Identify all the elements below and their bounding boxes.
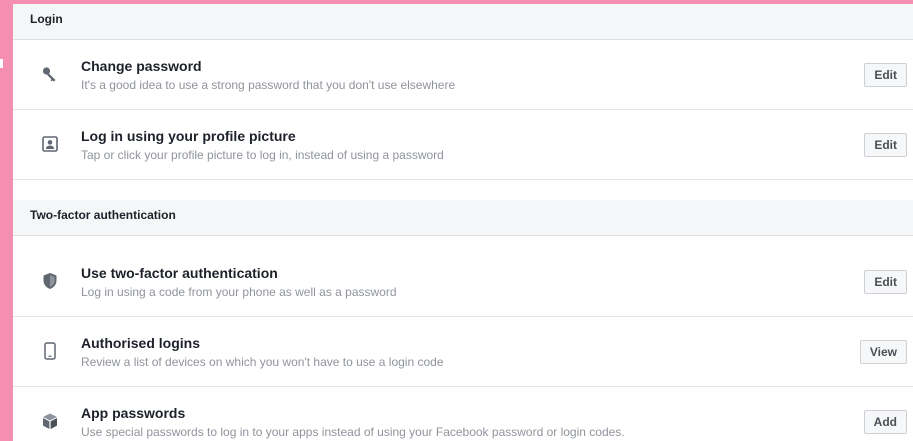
section-title-login: Login — [30, 12, 63, 26]
settings-row-app-passwords[interactable]: App passwords Use special passwords to l… — [13, 387, 913, 441]
section-title-two-factor: Two-factor authentication — [30, 208, 176, 222]
row-description: It's a good idea to use a strong passwor… — [81, 78, 456, 92]
phone-icon — [40, 341, 60, 361]
shield-icon — [40, 271, 60, 291]
edit-button[interactable]: Edit — [864, 133, 907, 157]
settings-row-profile-picture-login[interactable]: Log in using your profile picture Tap or… — [13, 110, 913, 180]
row-label: Log in using your profile picture — [81, 128, 296, 144]
row-label: Change password — [81, 58, 202, 74]
section-header-login: Login — [13, 4, 913, 40]
settings-row-authorised-logins[interactable]: Authorised logins Review a list of devic… — [13, 317, 913, 387]
row-label: Authorised logins — [81, 335, 200, 351]
settings-row-two-factor[interactable]: Use two-factor authentication Log in usi… — [13, 247, 913, 317]
edit-button[interactable]: Edit — [864, 63, 907, 87]
edit-button[interactable]: Edit — [864, 270, 907, 294]
add-button[interactable]: Add — [863, 410, 907, 434]
row-label: App passwords — [81, 405, 186, 421]
row-description: Use special passwords to log in to your … — [81, 425, 625, 439]
cube-icon — [40, 411, 60, 431]
section-header-two-factor: Two-factor authentication — [13, 200, 913, 236]
key-icon — [40, 64, 60, 84]
row-description: Review a list of devices on which you wo… — [81, 355, 444, 369]
cursor-marker — [0, 59, 3, 68]
settings-row-change-password[interactable]: Change password It's a good idea to use … — [13, 40, 913, 110]
security-settings-panel: Login Change password It's a good idea t… — [13, 4, 913, 441]
view-button[interactable]: View — [859, 340, 907, 364]
profile-picture-icon — [40, 134, 60, 154]
row-description: Tap or click your profile picture to log… — [81, 148, 444, 162]
row-description: Log in using a code from your phone as w… — [81, 285, 397, 299]
row-label: Use two-factor authentication — [81, 265, 278, 281]
